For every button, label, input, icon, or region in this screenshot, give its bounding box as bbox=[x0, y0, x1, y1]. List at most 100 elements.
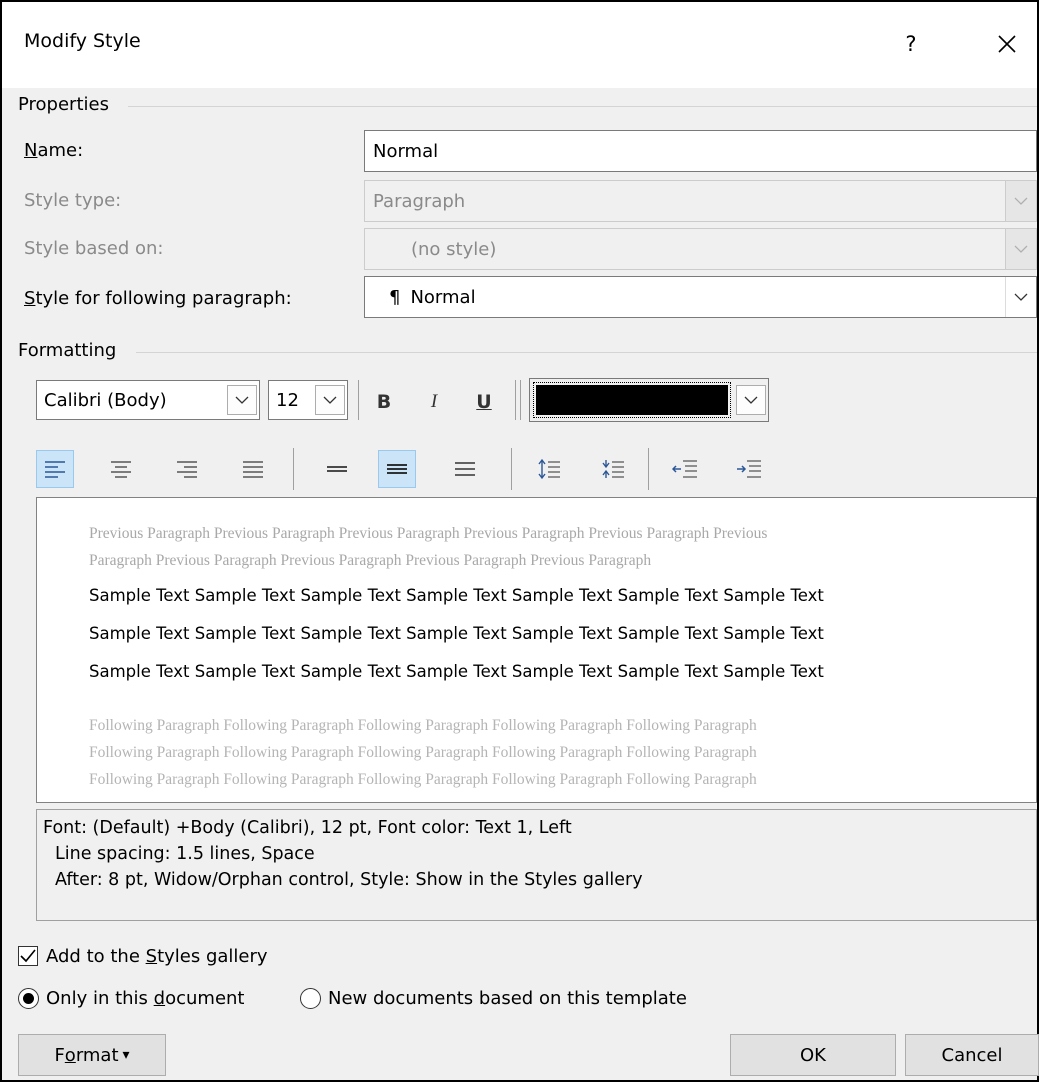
sample-text-line: Sample Text Sample Text Sample Text Samp… bbox=[89, 586, 824, 605]
format-button[interactable]: Fo rmat ▾ bbox=[18, 1034, 166, 1076]
font-size-dropdown-arrow[interactable] bbox=[315, 385, 345, 415]
modify-style-dialog: Modify Style ? Properties Name: Normal S… bbox=[0, 0, 1039, 1082]
style-type-select: Paragraph bbox=[364, 180, 1037, 222]
increase-paragraph-spacing-button[interactable] bbox=[530, 450, 568, 488]
previous-paragraph-preview: Previous Paragraph Previous Paragraph Pr… bbox=[89, 520, 949, 574]
only-this-document-label[interactable]: Only in this document bbox=[46, 988, 245, 1009]
style-type-value: Paragraph bbox=[373, 190, 466, 212]
font-name-dropdown-arrow[interactable] bbox=[227, 385, 257, 415]
decrease-indent-button[interactable] bbox=[666, 450, 704, 488]
font-color-dropdown-arrow[interactable] bbox=[736, 385, 766, 415]
increase-spacing-icon bbox=[538, 458, 560, 480]
only-this-document-radio[interactable] bbox=[18, 988, 39, 1009]
help-icon: ? bbox=[905, 32, 917, 56]
following-paragraph-preview: Following Paragraph Following Paragraph … bbox=[89, 712, 949, 793]
following-paragraph-line: Following Paragraph Following Paragraph … bbox=[89, 717, 757, 734]
name-input[interactable]: Normal bbox=[364, 130, 1037, 172]
align-right-icon bbox=[177, 461, 197, 478]
help-button[interactable]: ? bbox=[882, 20, 940, 68]
add-to-styles-gallery-label[interactable]: Add to the Styles gallery bbox=[46, 946, 268, 967]
font-name-value: Calibri (Body) bbox=[44, 389, 167, 411]
toolbar-separator bbox=[648, 448, 649, 490]
dialog-title: Modify Style bbox=[24, 30, 141, 52]
align-center-button[interactable] bbox=[102, 450, 140, 488]
toolbar-separator bbox=[511, 448, 512, 490]
close-icon bbox=[998, 35, 1016, 53]
justify-icon bbox=[243, 461, 263, 478]
font-color-select[interactable] bbox=[529, 378, 769, 422]
justify-button[interactable] bbox=[234, 450, 272, 488]
chevron-down-icon bbox=[1014, 197, 1028, 205]
align-left-button[interactable] bbox=[36, 450, 74, 488]
toolbar-separator bbox=[358, 380, 359, 420]
increase-indent-icon bbox=[737, 460, 761, 478]
pilcrow-icon: ¶ bbox=[389, 286, 401, 308]
style-based-on-label: Style based on: bbox=[24, 238, 164, 259]
add-to-styles-gallery-checkbox[interactable] bbox=[18, 946, 38, 966]
close-button[interactable] bbox=[977, 20, 1037, 68]
description-line: Line spacing: 1.5 lines, Space bbox=[55, 844, 315, 864]
decrease-paragraph-spacing-button[interactable] bbox=[594, 450, 632, 488]
name-input-value: Normal bbox=[373, 140, 439, 162]
following-paragraph-label: Style for following paragraph: bbox=[24, 288, 292, 309]
align-right-button[interactable] bbox=[168, 450, 206, 488]
underline-button[interactable]: U bbox=[466, 384, 502, 420]
font-name-select[interactable]: Calibri (Body) bbox=[36, 380, 260, 420]
previous-paragraph-line: Previous Paragraph Previous Paragraph Pr… bbox=[89, 525, 768, 542]
decrease-indent-icon bbox=[672, 460, 697, 478]
font-size-value: 12 bbox=[276, 389, 299, 411]
following-paragraph-select[interactable]: ¶ Normal bbox=[364, 276, 1037, 318]
properties-group-label: Properties bbox=[18, 94, 109, 115]
new-documents-template-radio[interactable] bbox=[300, 988, 321, 1009]
style-based-on-value: (no style) bbox=[411, 238, 497, 260]
style-based-on-select: (no style) bbox=[364, 228, 1037, 270]
sample-text-line: Sample Text Sample Text Sample Text Samp… bbox=[89, 624, 824, 643]
decrease-spacing-icon bbox=[602, 460, 624, 478]
toolbar-separator bbox=[293, 448, 294, 490]
single-spacing-icon bbox=[327, 466, 347, 472]
sample-text-line: Sample Text Sample Text Sample Text Samp… bbox=[89, 662, 824, 681]
style-preview-pane: Previous Paragraph Previous Paragraph Pr… bbox=[36, 497, 1037, 803]
align-center-icon bbox=[111, 461, 131, 478]
title-bar: Modify Style ? bbox=[2, 2, 1037, 88]
chevron-down-icon bbox=[323, 396, 337, 404]
toolbar-separator bbox=[515, 380, 516, 420]
description-line: After: 8 pt, Widow/Orphan control, Style… bbox=[55, 870, 643, 890]
formatting-group-label: Formatting bbox=[18, 340, 117, 361]
radio-selected-dot bbox=[23, 993, 34, 1004]
chevron-down-icon bbox=[235, 396, 249, 404]
chevron-down-icon bbox=[1014, 293, 1028, 301]
previous-paragraph-line: Paragraph Previous Paragraph Previous Pa… bbox=[89, 552, 652, 569]
single-spacing-button[interactable] bbox=[318, 450, 356, 488]
font-size-select[interactable]: 12 bbox=[268, 380, 348, 420]
style-type-label: Style type: bbox=[24, 190, 122, 211]
following-paragraph-value: Normal bbox=[410, 286, 476, 308]
toolbar-separator bbox=[520, 380, 521, 420]
chevron-down-icon bbox=[744, 396, 758, 404]
one-half-spacing-button[interactable] bbox=[378, 450, 416, 488]
style-based-on-dropdown-arrow bbox=[1005, 229, 1036, 269]
double-spacing-button[interactable] bbox=[446, 450, 484, 488]
following-paragraph-line: Following Paragraph Following Paragraph … bbox=[89, 744, 757, 761]
name-label: Name: bbox=[24, 140, 84, 161]
font-color-swatch bbox=[533, 382, 731, 418]
following-paragraph-line: Following Paragraph Following Paragraph … bbox=[89, 771, 757, 788]
double-spacing-icon bbox=[455, 462, 475, 476]
style-type-dropdown-arrow bbox=[1005, 181, 1036, 221]
one-half-spacing-icon bbox=[387, 464, 407, 474]
ok-button[interactable]: OK bbox=[730, 1034, 896, 1076]
italic-button[interactable]: I bbox=[416, 384, 452, 420]
new-documents-template-label[interactable]: New documents based on this template bbox=[328, 988, 687, 1009]
bold-button[interactable]: B bbox=[366, 384, 402, 420]
properties-divider bbox=[128, 106, 1037, 107]
formatting-divider bbox=[136, 352, 1037, 353]
cancel-button[interactable]: Cancel bbox=[905, 1034, 1039, 1076]
align-left-icon bbox=[45, 461, 65, 478]
description-line: Font: (Default) +Body (Calibri), 12 pt, … bbox=[43, 818, 572, 838]
caret-down-icon: ▾ bbox=[122, 1047, 130, 1063]
increase-indent-button[interactable] bbox=[730, 450, 768, 488]
style-description: Font: (Default) +Body (Calibri), 12 pt, … bbox=[36, 809, 1037, 921]
checkmark-icon bbox=[20, 949, 36, 963]
chevron-down-icon bbox=[1014, 245, 1028, 253]
following-paragraph-dropdown-arrow[interactable] bbox=[1005, 277, 1036, 317]
